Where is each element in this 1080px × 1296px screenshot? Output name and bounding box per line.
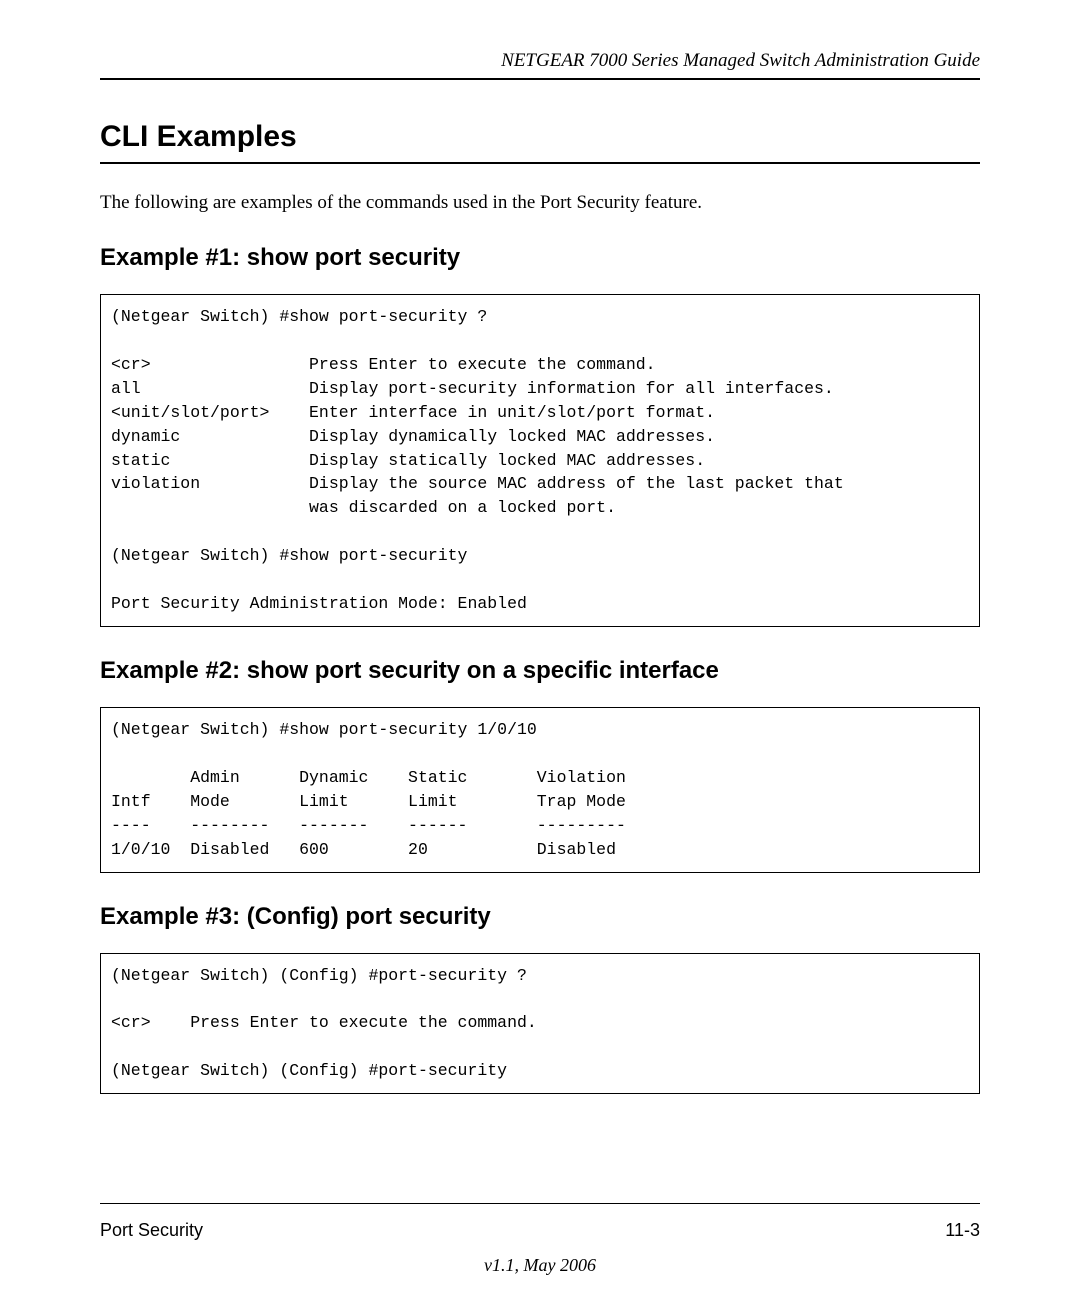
example1-code: (Netgear Switch) #show port-security ? <…	[100, 294, 980, 627]
example1-title: Example #1: show port security	[100, 244, 980, 272]
example3-code: (Netgear Switch) (Config) #port-security…	[100, 953, 980, 1095]
header-title: NETGEAR 7000 Series Managed Switch Admin…	[501, 50, 980, 71]
footer-right: 11-3	[945, 1220, 980, 1241]
footer-version: v1.1, May 2006	[0, 1255, 1080, 1276]
footer-left: Port Security	[100, 1220, 203, 1241]
footer-divider	[100, 1203, 980, 1204]
section-title: CLI Examples	[100, 120, 980, 164]
page-header: NETGEAR 7000 Series Managed Switch Admin…	[100, 50, 980, 80]
example3-title: Example #3: (Config) port security	[100, 903, 980, 931]
footer: Port Security 11-3	[100, 1220, 980, 1241]
example2-title: Example #2: show port security on a spec…	[100, 657, 980, 685]
page-container: NETGEAR 7000 Series Managed Switch Admin…	[0, 0, 1080, 1296]
intro-paragraph: The following are examples of the comman…	[100, 192, 980, 214]
example2-code: (Netgear Switch) #show port-security 1/0…	[100, 707, 980, 873]
